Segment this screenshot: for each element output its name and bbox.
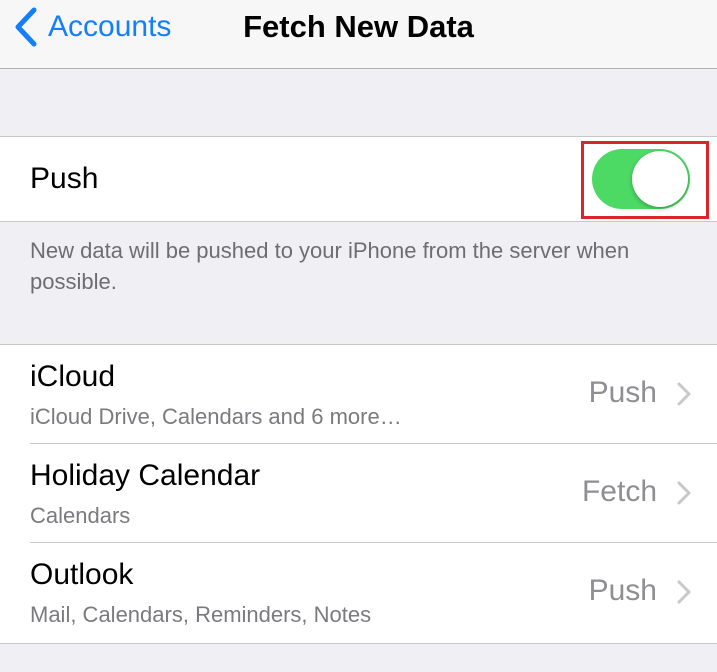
account-mode: Push: [588, 376, 657, 409]
account-mode: Push: [588, 574, 657, 607]
list-item[interactable]: Outlook Mail, Calendars, Reminders, Note…: [0, 543, 717, 642]
chevron-right-icon: [677, 382, 691, 406]
account-name: Holiday Calendar: [30, 459, 261, 492]
push-footer-note: New data will be pushed to your iPhone f…: [30, 238, 630, 294]
chevron-right-icon: [677, 481, 691, 505]
account-detail: Calendars: [30, 503, 131, 528]
account-detail: iCloud Drive, Calendars and 6 more…: [30, 404, 402, 429]
list-item[interactable]: iCloud iCloud Drive, Calendars and 6 mor…: [0, 345, 717, 444]
accounts-list: iCloud iCloud Drive, Calendars and 6 mor…: [0, 344, 717, 644]
highlight-box: [581, 141, 709, 219]
chevron-right-icon: [677, 580, 691, 604]
page-title: Fetch New Data: [243, 9, 474, 44]
account-name: iCloud: [30, 360, 116, 393]
account-detail: Mail, Calendars, Reminders, Notes: [30, 602, 372, 627]
account-mode: Fetch: [581, 475, 657, 508]
push-label: Push: [30, 162, 99, 195]
account-name: Outlook: [30, 558, 134, 591]
navigation-bar: Accounts Fetch New Data: [0, 0, 717, 69]
list-item[interactable]: Holiday Calendar Calendars Fetch: [0, 444, 717, 543]
